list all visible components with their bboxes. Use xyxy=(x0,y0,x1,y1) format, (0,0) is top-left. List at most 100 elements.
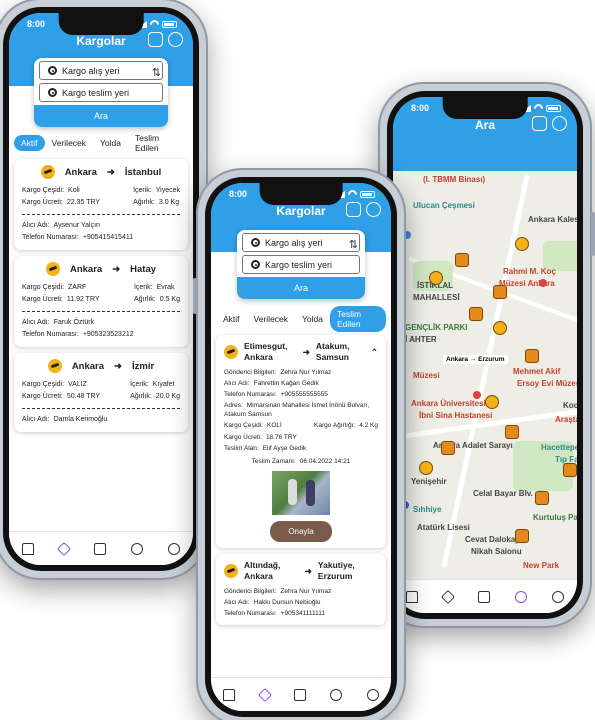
tab-on-way[interactable]: Yolda xyxy=(93,135,128,151)
collapse-icon[interactable]: ⌃ xyxy=(371,347,378,358)
map-label: Hacettepe xyxy=(541,443,577,452)
cargo-marker-icon[interactable] xyxy=(535,491,549,505)
location-pin-icon xyxy=(251,238,260,247)
cargo-marker-icon[interactable] xyxy=(515,529,529,543)
cart-icon[interactable] xyxy=(346,202,361,217)
pickup-input[interactable]: Kargo alış yeri xyxy=(242,233,360,252)
approve-button[interactable]: Onayla xyxy=(270,521,332,542)
battery-icon xyxy=(360,190,375,198)
cargo-card[interactable]: Ankara ➜ Hatay Kargo Çeşidi: ZARF Kargo Ücre… xyxy=(14,256,188,347)
tab-on-way[interactable]: Yolda xyxy=(295,311,330,327)
map-label: Ankara Üniversitesi xyxy=(411,399,486,408)
briefcase-icon[interactable] xyxy=(93,542,106,555)
menu-icon[interactable] xyxy=(168,32,183,47)
map-label: Ersoy Evi Müzesi xyxy=(517,379,577,388)
courier-marker-icon[interactable] xyxy=(429,271,443,285)
menu-icon[interactable] xyxy=(366,202,381,217)
map-label: (I. TBMM Binası) xyxy=(423,175,486,184)
tab-to-give[interactable]: Verilecek xyxy=(247,311,296,327)
location-pin-icon xyxy=(251,260,260,269)
search-button[interactable]: Ara xyxy=(237,277,365,299)
upload-icon[interactable] xyxy=(131,542,144,555)
map-label: Mehmet Akif xyxy=(513,367,561,376)
page-title: Kargolar xyxy=(276,204,326,218)
map-label: Atatürk Lisesi xyxy=(417,523,470,532)
package-icon[interactable] xyxy=(257,687,272,702)
arrow-icon: ➜ xyxy=(302,346,310,357)
screen-cargo-list: 8:00 Kargolar Kargo alış yeri Kargo tesl… xyxy=(9,13,193,565)
cargo-marker-icon[interactable] xyxy=(493,285,507,299)
map-label: Ulucan Çeşmesi xyxy=(413,201,475,210)
courier-logo-icon xyxy=(224,345,238,359)
delivery-input[interactable]: Kargo teslim yeri xyxy=(242,255,360,274)
package-icon[interactable] xyxy=(440,589,455,604)
upload-icon[interactable] xyxy=(330,688,343,701)
home-icon[interactable] xyxy=(223,688,236,701)
status-time: 8:00 xyxy=(411,103,430,113)
tab-to-give[interactable]: Verilecek xyxy=(45,135,94,151)
menu-icon[interactable] xyxy=(552,116,567,131)
home-icon[interactable] xyxy=(405,590,418,603)
bottom-tab-bar xyxy=(211,677,391,711)
courier-marker-icon[interactable] xyxy=(515,237,529,251)
map-label: Müzesi xyxy=(413,371,440,380)
cart-icon[interactable] xyxy=(532,116,547,131)
map-label: MAHALLESİ xyxy=(413,293,460,302)
home-icon[interactable] xyxy=(21,542,34,555)
upload-icon[interactable] xyxy=(515,590,528,603)
poi-icon xyxy=(539,279,547,287)
tab-delivered[interactable]: Teslim Edilen xyxy=(330,306,386,332)
delivery-input[interactable]: Kargo teslim yeri xyxy=(39,83,163,102)
delivered-card[interactable]: Etimesgut, Ankara ➜ Atakum, Samsun ⌃ Gönder… xyxy=(216,335,386,548)
cargo-marker-icon[interactable] xyxy=(469,307,483,321)
map-view[interactable]: (I. TBMM Binası) Ulucan Çeşmesi Ankara K… xyxy=(393,171,577,579)
map-label: GENÇLİK PARKI xyxy=(405,323,468,332)
map-label: Celal Bayar Blv. xyxy=(473,489,533,498)
briefcase-icon[interactable] xyxy=(293,688,306,701)
status-tabs: Aktif Verilecek Yolda Teslim Edilen xyxy=(9,133,193,153)
map-label: Kurtuluş Pa xyxy=(533,513,577,522)
screen-delivered-list: 8:00 Kargolar Kargo alış yeri Kargo tesl… xyxy=(211,183,391,711)
profile-icon[interactable] xyxy=(168,542,181,555)
search-button[interactable]: Ara xyxy=(34,105,168,127)
map-label: Ankara Kalesi xyxy=(528,215,577,224)
courier-logo-icon xyxy=(45,262,60,276)
phone-center: 8:00 Kargolar Kargo alış yeri Kargo tesl… xyxy=(193,168,406,720)
delivery-photo[interactable] xyxy=(272,471,330,515)
pickup-input[interactable]: Kargo alış yeri xyxy=(39,61,163,80)
delivered-card[interactable]: Altındağ, Ankara ➜ Yakutiye, Erzurum Gönde… xyxy=(216,554,386,625)
tab-active[interactable]: Aktif xyxy=(14,135,45,151)
map-label: Nikah Salonu xyxy=(471,547,522,556)
map-label: Araşta xyxy=(555,415,577,424)
package-icon[interactable] xyxy=(56,541,71,556)
location-pin-icon xyxy=(48,66,57,75)
cargo-marker-icon[interactable] xyxy=(455,253,469,267)
screen-map: 8:00 Ara (I. TBMM Binası) Ulucan Çeşmesi… xyxy=(393,97,577,613)
cargo-marker-icon[interactable] xyxy=(525,349,539,363)
profile-icon[interactable] xyxy=(366,688,379,701)
map-label: Cevat Dalokay xyxy=(465,535,520,544)
hospital-icon xyxy=(473,391,481,399)
cargo-marker-icon[interactable] xyxy=(505,425,519,439)
courier-logo-icon xyxy=(224,564,238,578)
profile-icon[interactable] xyxy=(552,590,565,603)
cargo-card[interactable]: Ankara ➜ İstanbul Kargo Çeşidi: Koli Kargo Ü… xyxy=(14,159,188,250)
phone-left: 8:00 Kargolar Kargo alış yeri Kargo tesl… xyxy=(0,0,208,580)
tab-active[interactable]: Aktif xyxy=(216,311,247,327)
tab-delivered[interactable]: Teslim Edilen xyxy=(128,130,188,156)
cart-icon[interactable] xyxy=(148,32,163,47)
courier-logo-icon xyxy=(40,165,55,179)
map-label: Rahmi M. Koç xyxy=(503,267,556,276)
map-label: Kocagil xyxy=(563,401,577,410)
cargo-marker-icon[interactable] xyxy=(563,463,577,477)
courier-marker-icon[interactable] xyxy=(493,321,507,335)
map-label: Sıhhiye xyxy=(413,505,442,514)
bottom-tab-bar xyxy=(393,579,577,613)
briefcase-icon[interactable] xyxy=(477,590,490,603)
courier-marker-icon[interactable] xyxy=(419,461,433,475)
courier-marker-icon[interactable] xyxy=(485,395,499,409)
swap-icon[interactable]: ⇅ xyxy=(152,66,161,79)
cargo-card[interactable]: Ankara ➜ İzmir Kargo Çeşidi: VALİZ Kargo Ücr… xyxy=(14,353,188,432)
swap-icon[interactable]: ⇅ xyxy=(349,238,358,251)
cargo-marker-icon[interactable] xyxy=(441,441,455,455)
